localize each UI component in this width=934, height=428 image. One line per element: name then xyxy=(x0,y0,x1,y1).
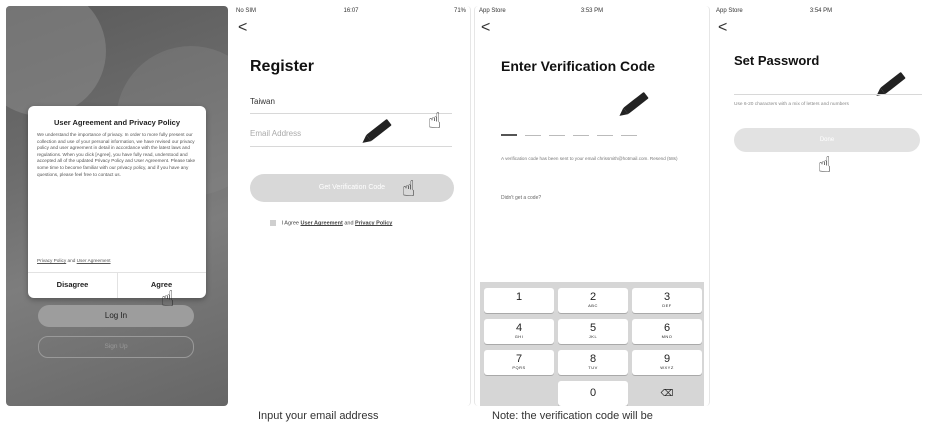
back-button[interactable]: < xyxy=(718,20,727,36)
key-4[interactable]: 4 GHI xyxy=(484,319,554,344)
code-digit-slot xyxy=(597,135,613,136)
dialog-links: Privacy Policy and User Agreement xyxy=(37,258,111,263)
key-3[interactable]: 3 DEF xyxy=(632,288,702,313)
key-number: 7 xyxy=(515,353,523,365)
key-number: 6 xyxy=(663,322,671,334)
backspace-icon: ⌫ xyxy=(660,388,674,398)
dialog-body: We understand the importance of privacy.… xyxy=(37,132,196,177)
divider xyxy=(250,113,452,114)
caption-verification: Note: the verification code will be xyxy=(492,410,653,422)
pointing-hand-icon: ☝ xyxy=(818,152,832,177)
key-letters: MNO xyxy=(661,334,673,339)
agreement-row: I Agree User Agreement and Privacy Polic… xyxy=(270,220,392,226)
key-number: 4 xyxy=(515,322,523,334)
clock: 16:07 xyxy=(343,8,359,14)
clock: 3:54 PM xyxy=(809,8,833,14)
numeric-keypad: 1 2 ABC 3 DEF 4 GHI 5 JKL 6 MNO 7 PQRS 8 TUV 9W… xyxy=(480,282,704,406)
page-title: Register xyxy=(250,58,315,75)
key-letters: ABC xyxy=(588,303,598,308)
screen-privacy-dialog: User Agreement and Privacy Policy We und… xyxy=(6,6,228,406)
key-number: 1 xyxy=(515,291,523,303)
key-0[interactable]: 0 xyxy=(558,381,628,406)
key-letters: DEF xyxy=(662,303,672,308)
region-field[interactable]: Taiwan xyxy=(250,97,452,106)
password-field[interactable] xyxy=(734,94,922,95)
back-button[interactable]: < xyxy=(481,20,490,36)
key-blank xyxy=(484,381,554,406)
page-title: Enter Verification Code xyxy=(501,58,656,74)
get-verification-code-button[interactable]: Get Verification Code xyxy=(250,174,454,202)
key-letters: GHI xyxy=(514,334,524,339)
agree-and: and xyxy=(344,220,354,227)
pointing-hand-icon: ☝ xyxy=(402,176,416,201)
backspace-key[interactable]: ⌫ xyxy=(632,381,702,406)
key-9[interactable]: 9 WXYZ xyxy=(632,350,702,375)
status-bar: App Store 3:53 PM xyxy=(479,8,705,18)
password-hint: Use 6-20 characters with a mix of letter… xyxy=(734,102,849,107)
screen-register: No SIM 16:07 71% < Register Taiwan Email… xyxy=(232,6,471,406)
email-field[interactable]: Email Address xyxy=(250,129,452,138)
key-8[interactable]: 8 TUV xyxy=(558,350,628,375)
dialog-title: User Agreement and Privacy Policy xyxy=(53,118,181,127)
code-digit-slot xyxy=(501,134,517,136)
disagree-button[interactable]: Disagree xyxy=(28,280,117,289)
key-5[interactable]: 5 JKL xyxy=(558,319,628,344)
status-bar: App Store 3:54 PM xyxy=(716,8,926,18)
privacy-policy-link[interactable]: Privacy Policy xyxy=(37,258,66,263)
code-digit-slot xyxy=(621,135,637,136)
key-letters: JKL xyxy=(588,334,598,339)
clock: 3:53 PM xyxy=(580,8,604,14)
background-blur xyxy=(6,6,106,116)
privacy-policy-link[interactable]: Privacy Policy xyxy=(355,220,392,226)
agree-checkbox[interactable] xyxy=(270,220,276,226)
signup-button[interactable]: Sign Up xyxy=(38,336,194,358)
status-bar: No SIM 16:07 71% xyxy=(236,8,466,18)
done-button[interactable]: Done xyxy=(734,128,920,152)
code-digit-slot xyxy=(573,135,589,136)
pen-icon xyxy=(880,71,906,95)
pointing-hand-icon: ☝ xyxy=(161,286,175,311)
key-number: 9 xyxy=(663,353,671,365)
key-number: 5 xyxy=(589,322,597,334)
battery-label: 71% xyxy=(453,8,466,14)
caption-email: Input your email address xyxy=(258,410,379,422)
agree-prefix: I Agree xyxy=(281,220,299,227)
pen-icon xyxy=(623,91,649,115)
divider xyxy=(250,146,452,147)
code-digit-slot xyxy=(525,135,541,136)
user-agreement-link[interactable]: User Agreement xyxy=(77,258,111,263)
key-7[interactable]: 7 PQRS xyxy=(484,350,554,375)
key-letters: WXYZ xyxy=(660,365,674,370)
user-agreement-link[interactable]: User Agreement xyxy=(301,220,343,226)
screen-set-password: App Store 3:54 PM < Set Password Use 6-2… xyxy=(712,6,930,406)
code-input[interactable] xyxy=(501,123,645,141)
key-letters: TUV xyxy=(588,365,598,370)
pointing-hand-icon: ☝ xyxy=(428,108,442,133)
privacy-dialog: User Agreement and Privacy Policy We und… xyxy=(28,106,206,298)
code-digit-slot xyxy=(549,135,565,136)
key-number: 0 xyxy=(589,387,597,399)
key-1[interactable]: 1 xyxy=(484,288,554,313)
key-6[interactable]: 6 MNO xyxy=(632,319,702,344)
key-number: 8 xyxy=(589,353,597,365)
screen-verification: App Store 3:53 PM < Enter Verification C… xyxy=(474,6,710,406)
back-button[interactable]: < xyxy=(238,20,247,36)
key-2[interactable]: 2 ABC xyxy=(558,288,628,313)
link-and: and xyxy=(67,258,76,263)
page-title: Set Password xyxy=(734,53,820,68)
key-letters: PQRS xyxy=(512,365,526,370)
didnt-get-code-link[interactable]: Didn't get a code? xyxy=(501,195,541,201)
key-number: 2 xyxy=(589,291,597,303)
verification-sent-note: A verification code has been sent to you… xyxy=(501,156,678,161)
key-number: 3 xyxy=(663,291,671,303)
